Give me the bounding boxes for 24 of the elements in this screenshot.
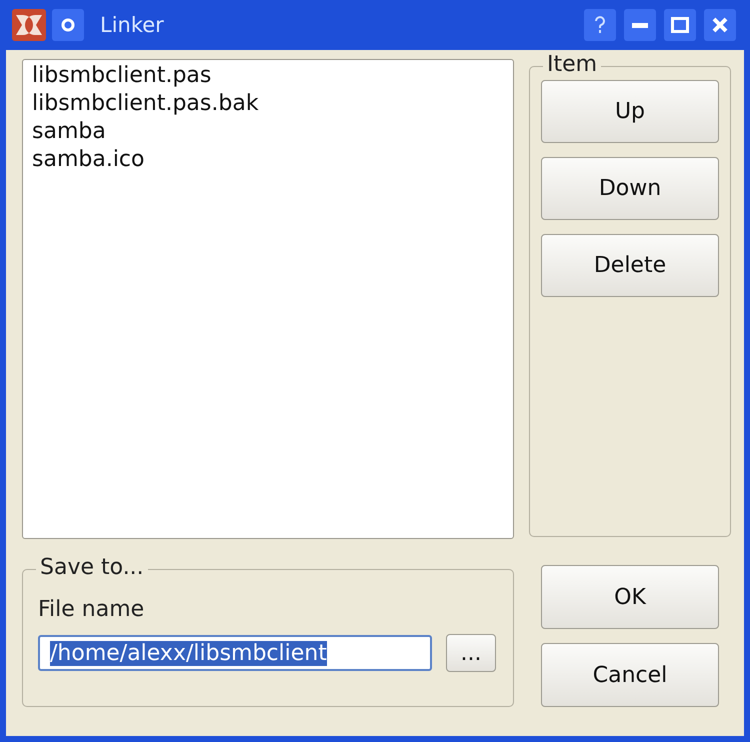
minimize-icon xyxy=(632,22,648,28)
minimize-button[interactable] xyxy=(624,9,656,41)
file-item[interactable]: samba xyxy=(32,118,504,146)
file-list[interactable]: libsmbclient.pas libsmbclient.pas.bak samba samba.ico xyxy=(22,59,514,539)
field-label: File name xyxy=(38,597,146,622)
action-button[interactable]: Delete xyxy=(541,234,719,297)
file-item[interactable]: libsmbclient.pas xyxy=(32,62,504,90)
action-button[interactable]: Cancel xyxy=(541,643,719,707)
browse-button[interactable]: ... xyxy=(446,634,496,672)
file-item[interactable]: libsmbclient.pas.bak xyxy=(32,90,504,118)
maximize-icon xyxy=(671,17,689,33)
file-item[interactable]: samba.ico xyxy=(32,146,504,174)
menu-button[interactable] xyxy=(52,9,84,41)
help-icon xyxy=(594,16,606,34)
action-button[interactable]: Up xyxy=(541,80,719,143)
app-icon xyxy=(12,9,46,41)
close-icon xyxy=(712,17,728,33)
close-button[interactable] xyxy=(704,9,736,41)
file-name-field[interactable]: /home/alexx/libsmbclient xyxy=(38,635,432,671)
maximize-button[interactable] xyxy=(664,9,696,41)
action-button[interactable]: OK xyxy=(541,565,719,629)
window-title: Linker xyxy=(100,13,165,37)
help-button[interactable] xyxy=(584,9,616,41)
action-button[interactable]: Down xyxy=(541,157,719,220)
